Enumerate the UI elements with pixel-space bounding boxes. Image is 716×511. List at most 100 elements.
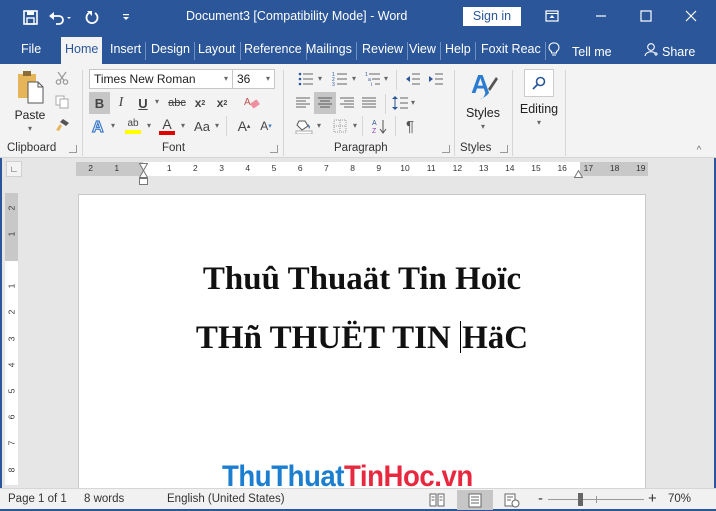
font-color-button[interactable]: A	[156, 115, 178, 137]
editing-button[interactable]: Editing ▾	[517, 69, 561, 137]
superscript-button[interactable]: x2	[212, 92, 232, 114]
page-count[interactable]: Page 1 of 1	[8, 493, 67, 505]
ribbon-display-options-icon[interactable]	[540, 5, 564, 27]
tab-foxit-reader[interactable]: Foxit Reac	[479, 40, 546, 64]
undo-icon[interactable]	[46, 7, 76, 27]
save-icon[interactable]	[18, 7, 42, 27]
align-center-icon[interactable]	[314, 92, 336, 114]
cut-icon[interactable]	[52, 68, 72, 88]
highlight-color-button[interactable]: ab	[122, 115, 144, 137]
paste-button[interactable]: Paste ▾	[12, 70, 48, 136]
font-name-combo[interactable]: Times New Roman ▾	[89, 69, 233, 89]
group-separator	[82, 70, 83, 156]
document-page[interactable]: Thuû Thuaät Tin Hoïc THñ THUËT TIN HäC	[78, 194, 646, 494]
language-indicator[interactable]: English (United States)	[167, 493, 285, 505]
format-painter-icon[interactable]	[52, 115, 72, 135]
maximize-icon[interactable]	[634, 5, 658, 27]
styles-dropdown-icon: ▾	[480, 122, 485, 131]
highlighter-icon: ab	[127, 118, 139, 129]
font-dialog-launcher[interactable]	[270, 145, 278, 153]
line-spacing-dropdown-icon[interactable]: ▾	[411, 98, 415, 107]
tab-view[interactable]: View	[407, 40, 441, 64]
vertical-ruler[interactable]: 2 1 1 2 3 4 5 6 7 8	[5, 193, 18, 485]
bullets-icon[interactable]	[295, 69, 317, 89]
increase-indent-icon[interactable]	[425, 69, 447, 89]
tab-design[interactable]: Design	[149, 40, 195, 64]
ruler-number: 2	[6, 205, 17, 210]
styles-button[interactable]: A Styles ▾	[462, 69, 504, 137]
zoom-out-button[interactable]: -	[538, 490, 543, 507]
line-spacing-icon[interactable]	[390, 92, 410, 114]
status-bar: Page 1 of 1 8 words English (United Stat…	[0, 488, 716, 511]
share-button[interactable]: Share	[642, 40, 697, 64]
justify-icon[interactable]	[358, 92, 380, 114]
tell-me-box[interactable]: Tell me	[546, 40, 614, 64]
document-line-2[interactable]: THñ THUËT TIN HäC	[79, 320, 645, 357]
grow-font-button[interactable]: A ▴	[235, 115, 253, 137]
tab-file[interactable]: File	[19, 40, 43, 64]
shading-icon[interactable]	[293, 115, 315, 137]
paragraph-dialog-launcher[interactable]	[442, 145, 450, 153]
subscript-button[interactable]: x2	[190, 92, 210, 114]
numbering-icon[interactable]: 123	[329, 69, 351, 89]
multilevel-dropdown-icon[interactable]: ▾	[384, 74, 388, 83]
collapse-ribbon-icon[interactable]: ^	[692, 144, 706, 156]
word-count[interactable]: 8 words	[84, 493, 124, 505]
sign-in-button[interactable]: Sign in	[463, 7, 521, 26]
text-effects-dropdown-icon[interactable]: ▾	[111, 121, 115, 130]
tab-mailings[interactable]: Mailings	[304, 40, 357, 64]
borders-dropdown-icon[interactable]: ▾	[353, 121, 357, 130]
underline-dropdown-icon[interactable]: ▾	[155, 97, 159, 106]
italic-button[interactable]: I	[112, 92, 130, 114]
tab-review[interactable]: Review	[360, 40, 408, 64]
zoom-slider-thumb[interactable]	[578, 493, 583, 506]
underline-button[interactable]: U	[134, 92, 152, 114]
zoom-level[interactable]: 70%	[668, 493, 691, 505]
font-size-combo[interactable]: 36 ▾	[232, 69, 275, 89]
align-right-icon[interactable]	[336, 92, 358, 114]
tab-layout[interactable]: Layout	[196, 40, 241, 64]
read-mode-icon[interactable]	[419, 490, 455, 510]
decrease-indent-icon[interactable]	[402, 69, 424, 89]
sort-icon[interactable]: AZ	[368, 115, 390, 137]
borders-icon[interactable]	[329, 115, 351, 137]
print-layout-icon[interactable]	[457, 490, 493, 510]
align-left-icon[interactable]	[292, 92, 314, 114]
styles-dialog-launcher[interactable]	[500, 145, 508, 153]
customize-qat-icon[interactable]	[114, 7, 138, 27]
web-layout-icon[interactable]	[494, 490, 530, 510]
tab-insert[interactable]: Insert	[108, 40, 147, 64]
tab-references[interactable]: Reference	[242, 40, 307, 64]
horizontal-ruler[interactable]: 2 1 1 2 3 4 5 6 7 8 9 10 11 12 13 14 15 16 17 18 19	[76, 162, 648, 176]
bold-button[interactable]: B	[89, 92, 110, 114]
tab-selector-icon[interactable]: ∟	[6, 161, 22, 177]
styles-icon: A	[468, 69, 498, 106]
multilevel-list-icon[interactable]: 1ai	[362, 69, 384, 89]
font-color-dropdown-icon[interactable]: ▾	[181, 121, 185, 130]
svg-text:i: i	[371, 82, 372, 86]
right-indent-marker[interactable]	[573, 167, 584, 178]
numbering-dropdown-icon[interactable]: ▾	[352, 74, 356, 83]
copy-icon[interactable]	[52, 92, 72, 112]
show-formatting-marks-button[interactable]: ¶	[400, 115, 420, 137]
left-indent-marker[interactable]	[139, 174, 148, 185]
highlight-dropdown-icon[interactable]: ▾	[147, 121, 151, 130]
bullets-dropdown-icon[interactable]: ▾	[318, 74, 322, 83]
change-case-dropdown-icon[interactable]: ▾	[215, 121, 219, 130]
strikethrough-button[interactable]: abc	[166, 92, 188, 114]
minimize-icon[interactable]	[589, 5, 613, 27]
svg-text:A: A	[372, 120, 377, 127]
clipboard-dialog-launcher[interactable]	[69, 145, 77, 153]
close-icon[interactable]	[679, 5, 703, 27]
redo-icon[interactable]	[80, 7, 104, 27]
svg-text:A: A	[92, 119, 104, 135]
tab-home[interactable]: Home	[61, 37, 103, 64]
clear-formatting-icon[interactable]: A	[241, 92, 263, 114]
shrink-font-button[interactable]: A ▾	[257, 115, 275, 137]
change-case-button[interactable]: Aa	[190, 115, 214, 137]
document-line-1[interactable]: Thuû Thuaät Tin Hoïc	[79, 261, 645, 298]
zoom-in-button[interactable]: +	[648, 490, 657, 507]
shading-dropdown-icon[interactable]: ▾	[317, 121, 321, 130]
text-effects-icon[interactable]: A	[89, 115, 109, 137]
tab-help[interactable]: Help	[443, 40, 476, 64]
